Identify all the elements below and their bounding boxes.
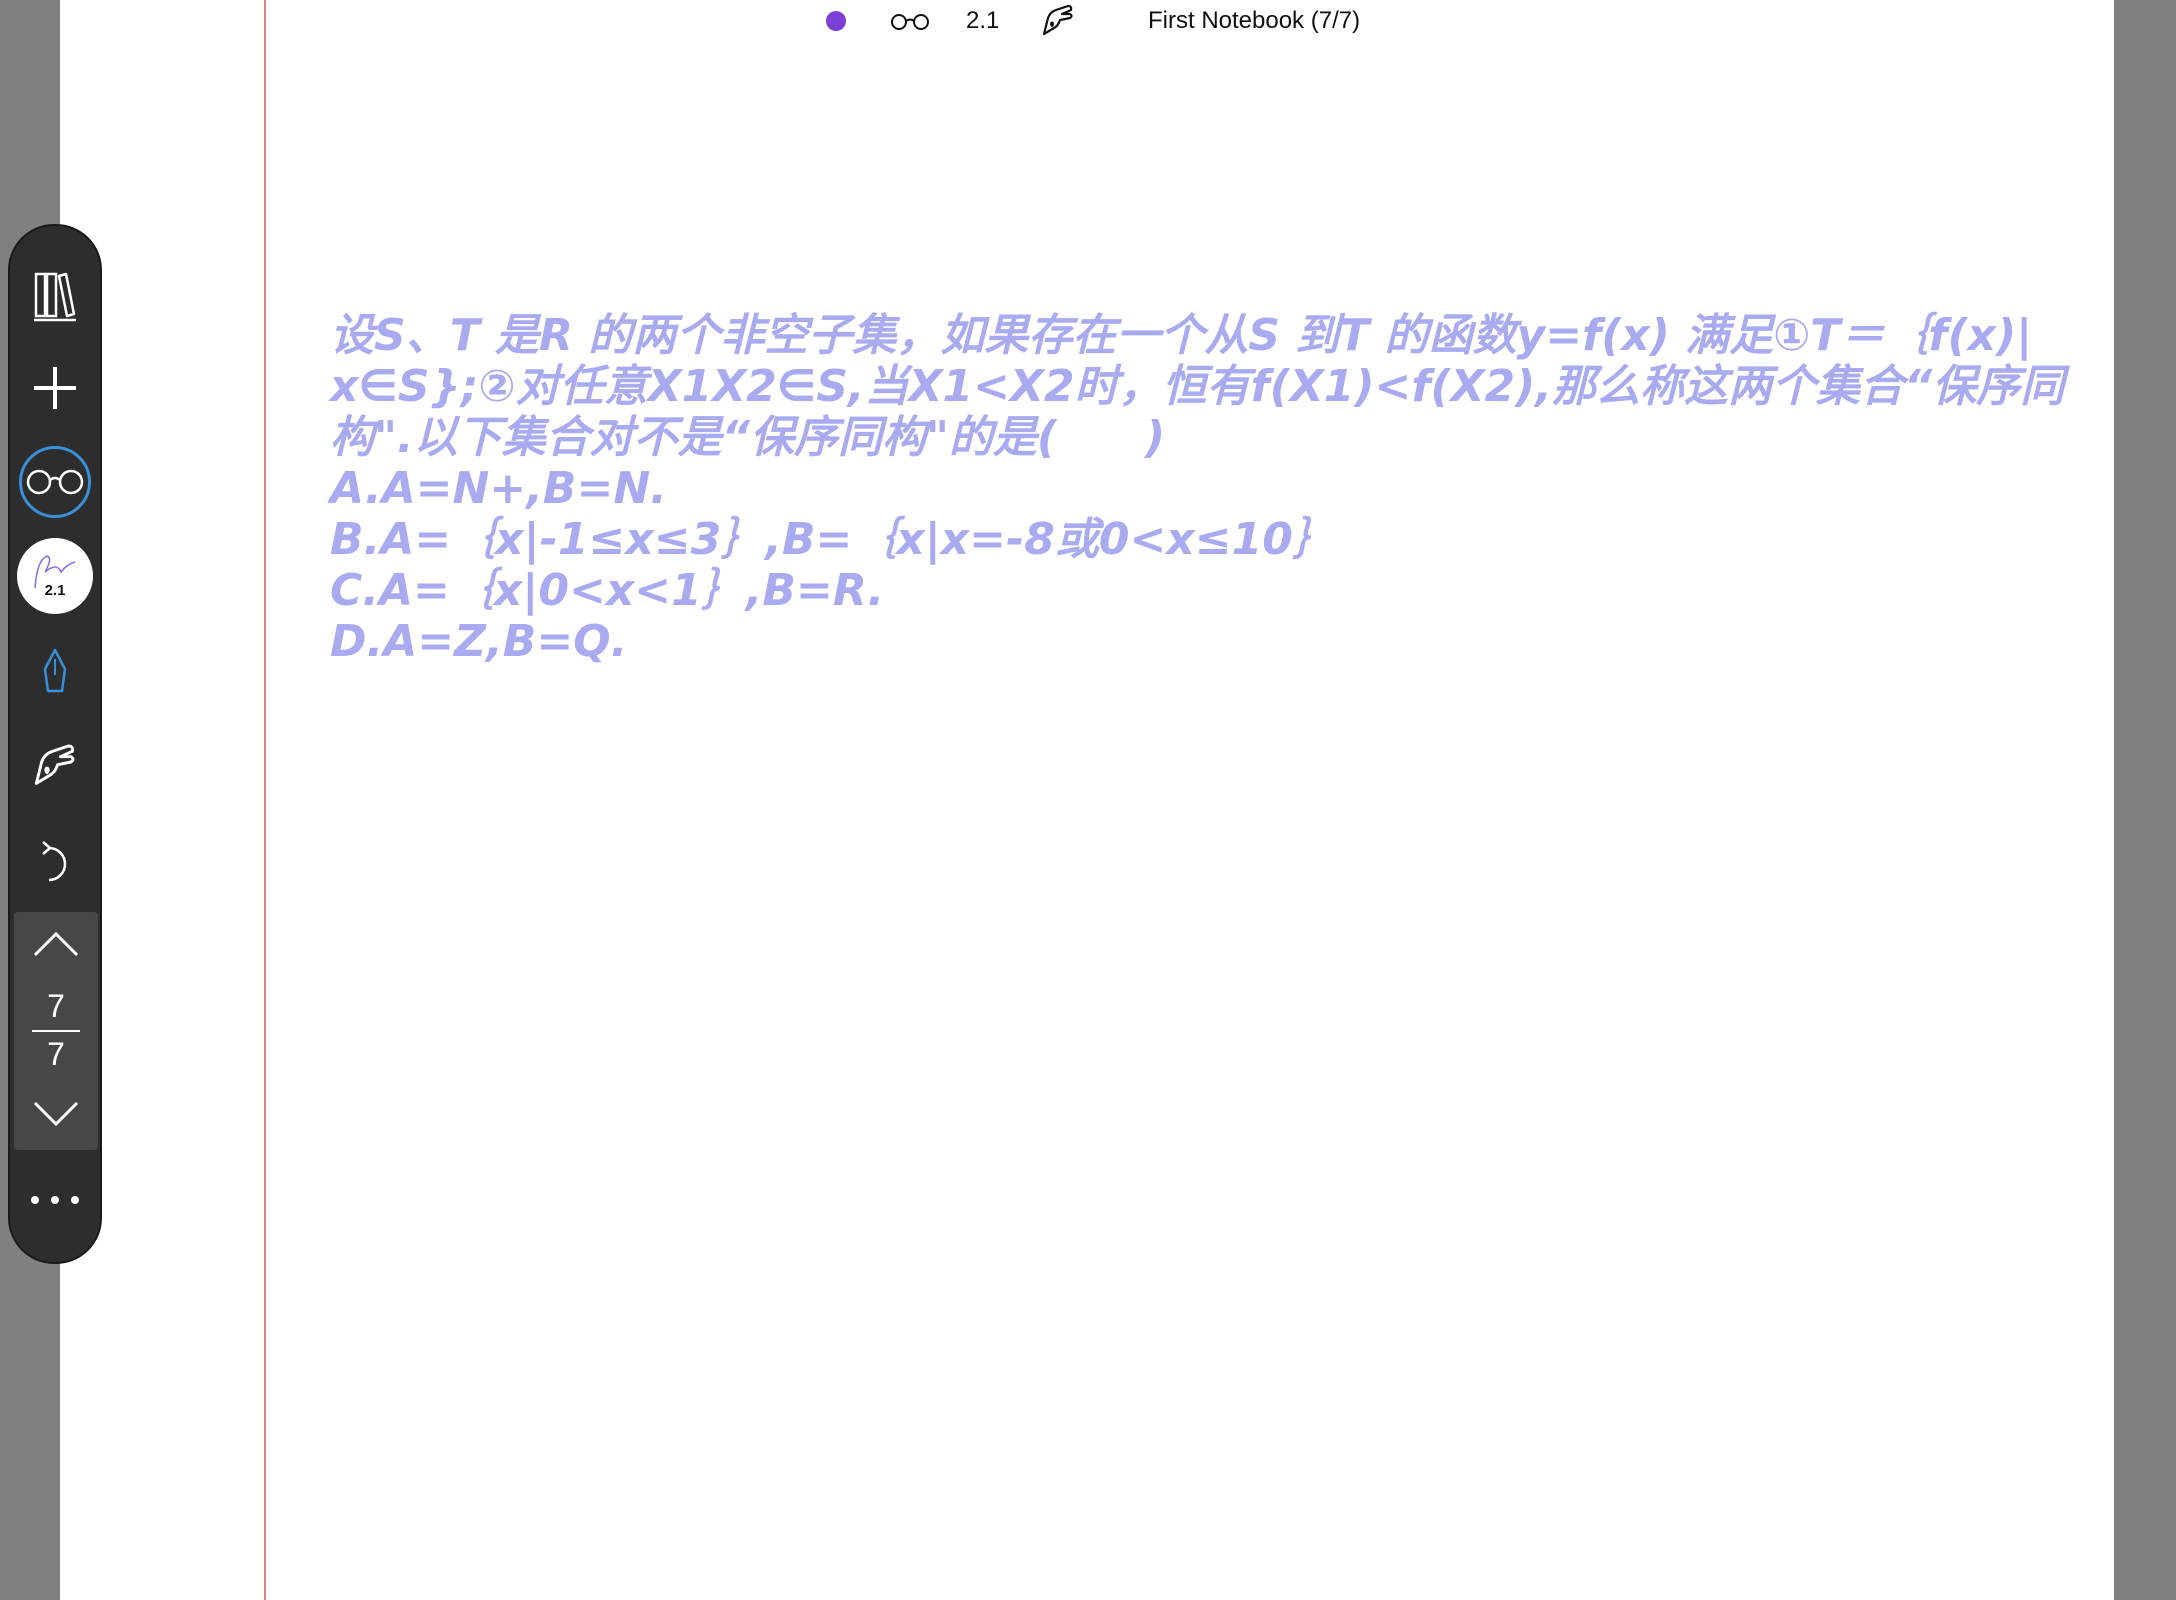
more-icon <box>31 1196 79 1204</box>
pen-tool-button[interactable] <box>10 632 100 712</box>
side-toolbar: 2.1 7 7 <box>8 224 102 1264</box>
option-d: D.A=Z,B=Q. <box>330 616 628 667</box>
add-icon <box>34 367 76 409</box>
notebook-page[interactable] <box>60 0 2114 1600</box>
undo-icon <box>42 841 67 882</box>
page-divider <box>32 1030 80 1032</box>
notebook-title: First Notebook (7/7) <box>1148 7 1361 34</box>
glasses-icon <box>26 469 84 495</box>
library-icon <box>34 272 76 322</box>
hand-draw-button[interactable] <box>10 726 100 806</box>
pen-tool-icon <box>43 648 67 693</box>
hand-draw-icon[interactable] <box>1040 4 1076 38</box>
pen-color-dot[interactable] <box>826 11 846 31</box>
option-a: A.A=N+,B=N. <box>330 463 667 514</box>
pen-settings-button[interactable]: 2.1 <box>10 536 100 616</box>
margin-line <box>264 0 266 1600</box>
question-line: x∈S};②对任意X1X2∈S,当X1<X2时，恒有f(X1)<f(X2),那么… <box>330 361 2065 412</box>
pen-size-label: 2.1 <box>44 582 66 599</box>
hand-draw-icon <box>34 744 75 785</box>
read-mode-button[interactable] <box>10 442 100 522</box>
page-navigator: 7 7 <box>14 912 98 1150</box>
add-page-button[interactable] <box>10 348 100 428</box>
read-mode-ring <box>19 446 91 518</box>
status-bar: 2.1 First Notebook (7/7) <box>0 0 2176 44</box>
undo-button[interactable] <box>10 822 100 902</box>
more-button[interactable] <box>10 1160 100 1240</box>
total-pages: 7 <box>47 1036 65 1072</box>
option-c: C.A=｛x|0<x<1｝,B=R. <box>330 565 885 616</box>
page-up-icon[interactable] <box>32 930 80 958</box>
pen-preview: 2.1 <box>17 538 93 614</box>
pen-size-label[interactable]: 2.1 <box>966 7 999 35</box>
library-button[interactable] <box>10 256 100 336</box>
question-text: 设S、T 是R 的两个非空子集，如果存在一个从S 到T 的函数y=f(x) 满足… <box>330 310 2065 667</box>
glasses-icon[interactable] <box>890 12 930 32</box>
page-down-icon[interactable] <box>32 1100 80 1128</box>
question-line: 构".以下集合对不是“保序同构"的是( ) <box>330 412 1166 463</box>
option-b: B.A=｛x|-1≤x≤3｝,B=｛x|x=-8或0<x≤10｝ <box>330 514 1337 565</box>
pen-stroke-preview <box>34 555 76 589</box>
current-page: 7 <box>47 988 65 1024</box>
question-line: 设S、T 是R 的两个非空子集，如果存在一个从S 到T 的函数y=f(x) 满足… <box>330 310 2033 361</box>
